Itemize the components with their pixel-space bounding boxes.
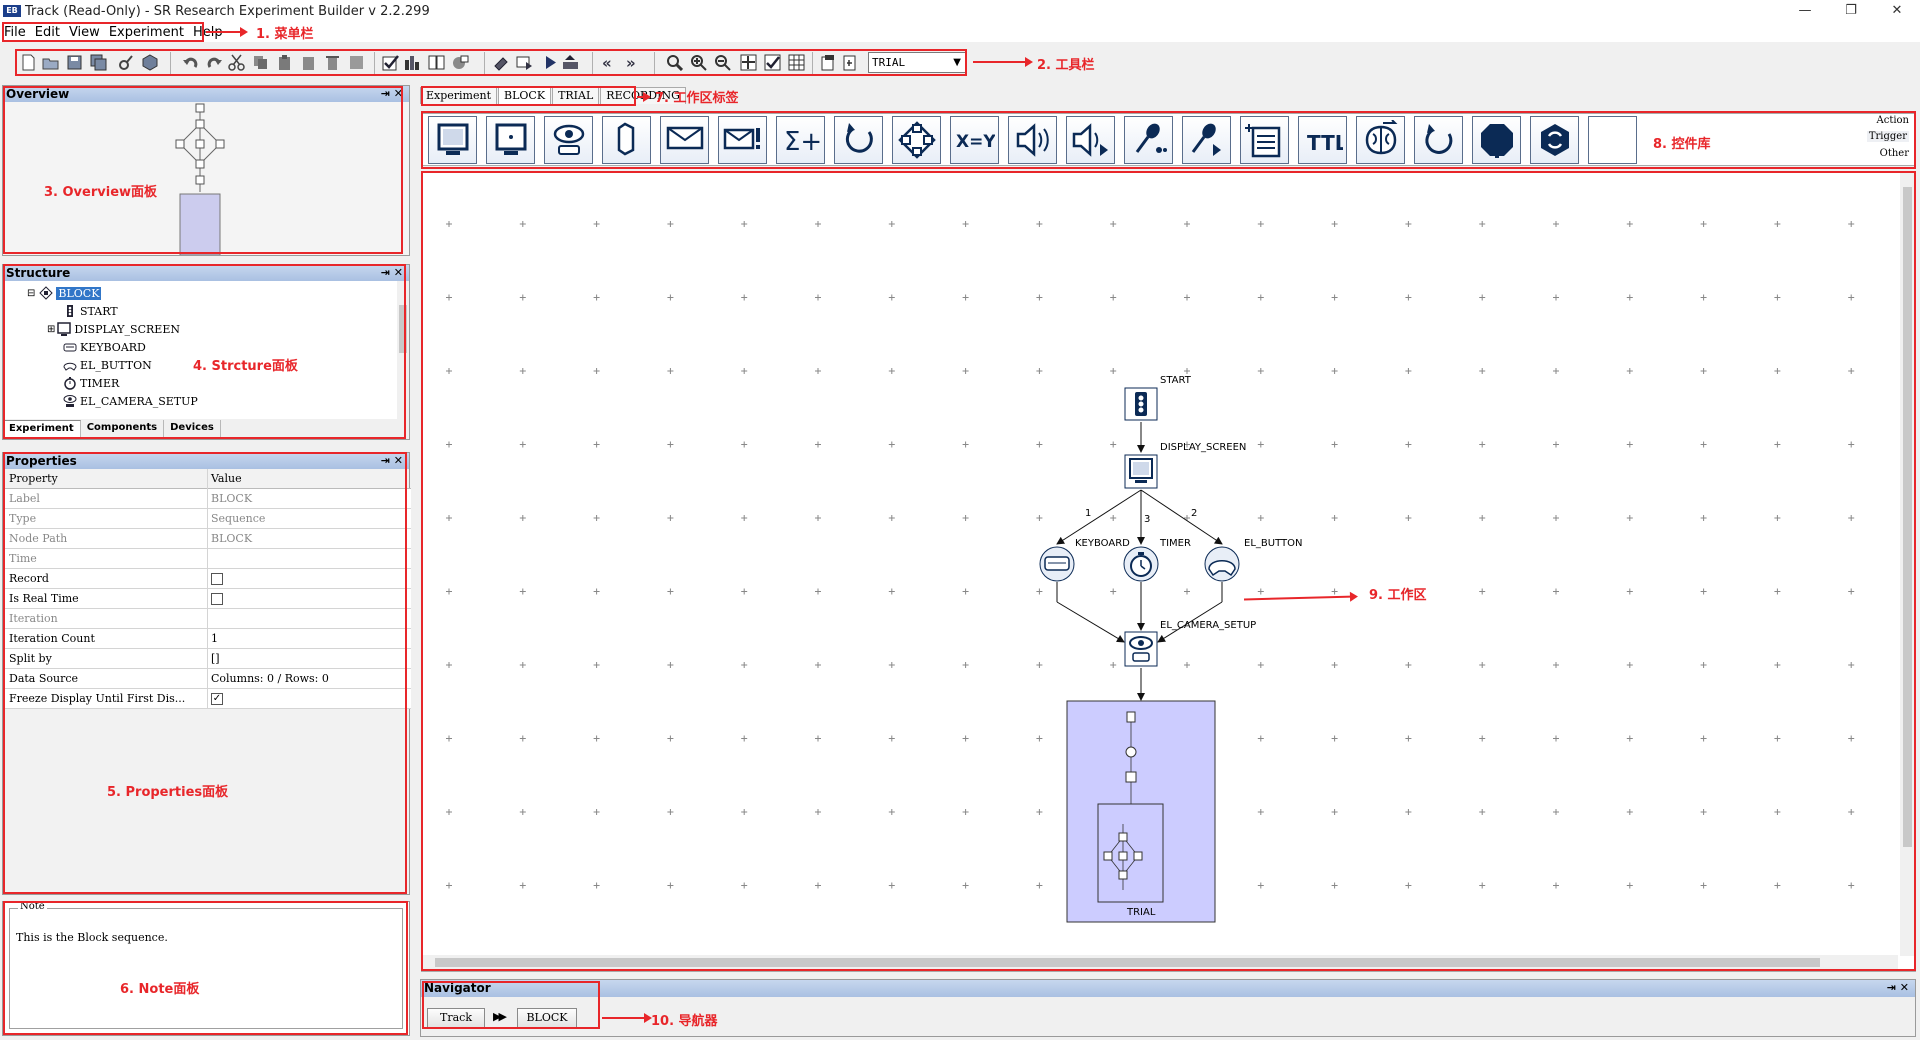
toolbar-highlight [15, 49, 967, 76]
toolbar-arrow [973, 57, 1033, 67]
overview-highlight [3, 86, 403, 254]
app-logo-icon: EB [3, 5, 21, 17]
restore-button[interactable]: ❐ [1828, 0, 1874, 22]
structure-annotation: 4. Strcture面板 [193, 359, 298, 374]
properties-annotation: 5. Properties面板 [107, 785, 229, 800]
navigator-header: Navigator ⇥✕ [421, 980, 1915, 997]
note-highlight [3, 901, 408, 1035]
close-button[interactable]: ✕ [1874, 0, 1920, 22]
tabs-highlight [421, 86, 636, 106]
title-bar: EB Track (Read-Only) - SR Research Exper… [0, 0, 1920, 22]
minimize-button[interactable]: — [1782, 0, 1828, 22]
overview-annotation: 3. Overview面板 [44, 185, 158, 200]
workspace-highlight [421, 171, 1916, 971]
panel-buttons[interactable]: ⇥✕ [1887, 980, 1913, 996]
toolbar-annotation: 2. 工具栏 [1037, 58, 1095, 73]
properties-highlight [3, 452, 407, 894]
library-annotation: 8. 控件库 [1653, 137, 1711, 152]
tabs-arrow [637, 92, 651, 102]
workspace-annotation: 9. 工作区 [1369, 588, 1427, 603]
menubar-arrow [206, 27, 248, 37]
navigator-panel: Navigator ⇥✕ Track ▶▶ BLOCK [420, 979, 1916, 1037]
tabs-annotation: 7. 工作区标签 [655, 91, 739, 106]
window-title: Track (Read-Only) - SR Research Experime… [25, 3, 430, 19]
navigator-arrow [602, 1013, 652, 1023]
menubar-annotation: 1. 菜单栏 [256, 27, 314, 42]
menubar-highlight [2, 22, 204, 42]
structure-highlight [3, 264, 406, 439]
note-annotation: 6. Note面板 [120, 982, 200, 997]
navigator-annotation: 10. 导航器 [651, 1014, 718, 1029]
navigator-highlight [422, 981, 600, 1029]
